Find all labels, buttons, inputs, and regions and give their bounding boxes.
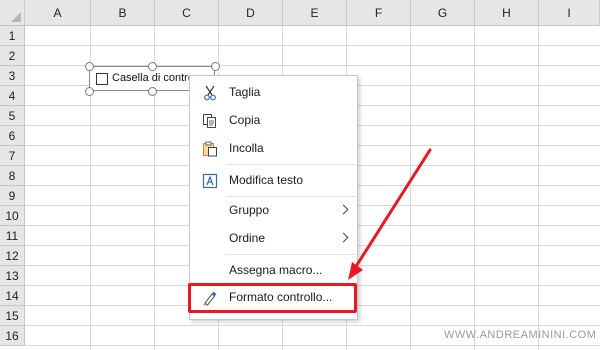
watermark: WWW.ANDREAMININI.COM	[444, 329, 597, 341]
red-arrow-annotation	[348, 148, 432, 280]
